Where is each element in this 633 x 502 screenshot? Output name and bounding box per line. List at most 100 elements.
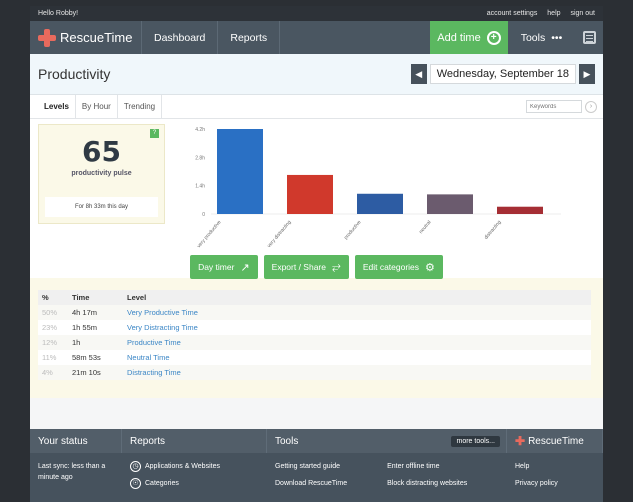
gear-icon: ⚙ <box>425 261 435 274</box>
help-footer-link[interactable]: Help <box>515 461 603 472</box>
keywords-input[interactable] <box>526 100 582 113</box>
tab-by-hour[interactable]: By Hour <box>76 95 118 118</box>
help-link[interactable]: help <box>547 10 560 17</box>
row-percent: 4% <box>38 365 68 380</box>
footer-status-title: Your status <box>30 429 122 453</box>
col-time: Time <box>68 290 123 305</box>
report-link-categories[interactable]: ☉ Categories <box>130 478 267 489</box>
tool-link-block-sites[interactable]: Block distracting websites <box>387 478 467 489</box>
previous-day-button[interactable]: ◀ <box>410 64 427 84</box>
search-go-icon[interactable]: › <box>585 100 597 113</box>
row-level-link[interactable]: Very Productive Time <box>123 305 591 320</box>
tool-link-getting-started[interactable]: Getting started guide <box>275 461 347 472</box>
tool-link-offline-time[interactable]: Enter offline time <box>387 461 467 472</box>
footer-report-links: ◷ Applications & Websites ☉ Categories <box>122 461 267 495</box>
nav-dashboard[interactable]: Dashboard <box>142 21 219 54</box>
current-date[interactable]: Wednesday, September 18 <box>429 64 576 84</box>
info-badge-icon[interactable]: ? <box>150 129 159 138</box>
account-settings-link[interactable]: account settings <box>487 10 538 17</box>
x-tick-label: distracting <box>483 219 502 240</box>
bar-neutral[interactable] <box>427 194 473 214</box>
y-tick-label: 1.4h <box>195 184 205 190</box>
footer-brand-name: RescueTime <box>528 435 584 447</box>
privacy-policy-link[interactable]: Privacy policy <box>515 478 603 489</box>
x-tick-label: neutral <box>418 219 432 235</box>
export-share-button[interactable]: Export / Share ⥂ <box>263 255 349 279</box>
tab-trending[interactable]: Trending <box>118 95 163 118</box>
footer-brand[interactable]: ✚ RescueTime <box>507 429 603 453</box>
action-buttons: Day timer ↗ Export / Share ⥂ Edit catego… <box>30 255 603 279</box>
table-header-row: % Time Level <box>38 290 591 305</box>
globe-icon: ☉ <box>130 478 141 489</box>
main-nav: RescueTime Dashboard Reports Add time + … <box>30 21 603 54</box>
row-level-link[interactable]: Very Distracting Time <box>123 320 591 335</box>
footer-header: Your status Reports Tools more tools... … <box>30 429 603 453</box>
bar-very-distracting[interactable] <box>287 174 333 214</box>
x-tick-label: very distracting <box>266 219 292 249</box>
app-window: Hello Robby! account settings help sign … <box>30 6 603 502</box>
y-tick-label: 2.8h <box>195 155 205 161</box>
tools-menu[interactable]: Tools ••• <box>508 21 575 54</box>
table-row: 50% 4h 17m Very Productive Time <box>38 305 591 320</box>
rescuetime-cross-icon: ✚ <box>515 434 526 448</box>
title-row: Productivity ◀ Wednesday, September 18 ▶ <box>30 54 603 95</box>
table-row: 12% 1h Productive Time <box>38 335 591 350</box>
tool-link-download[interactable]: Download RescueTime <box>275 478 347 489</box>
pulse-note: For 8h 33m this day <box>45 197 158 217</box>
edit-categories-label: Edit categories <box>362 262 420 272</box>
row-level-link[interactable]: Distracting Time <box>123 365 591 380</box>
table-row: 4% 21m 10s Distracting Time <box>38 365 591 380</box>
calendar-button[interactable] <box>575 21 603 54</box>
table-row: 11% 58m 53s Neutral Time <box>38 350 591 365</box>
row-level-link[interactable]: Productive Time <box>123 335 591 350</box>
row-level-link[interactable]: Neutral Time <box>123 350 591 365</box>
tab-levels[interactable]: Levels <box>38 95 76 118</box>
footer-tools-title: Tools <box>275 435 299 447</box>
nav-reports[interactable]: Reports <box>218 21 281 54</box>
row-time: 1h 55m <box>68 320 123 335</box>
levels-table: % Time Level 50% 4h 17m Very Productive … <box>38 290 591 380</box>
plus-circle-icon: + <box>486 30 501 45</box>
pulse-value: 65 <box>82 135 121 168</box>
footer-body: Last sync: less than a minute ago ◷ Appl… <box>30 453 603 495</box>
export-share-label: Export / Share <box>271 262 326 272</box>
sign-out-link[interactable]: sign out <box>570 10 595 17</box>
bar-distracting[interactable] <box>497 206 543 214</box>
last-sync-status: Last sync: less than a minute ago <box>38 463 106 481</box>
row-time: 58m 53s <box>68 350 123 365</box>
y-tick-label: 0 <box>202 212 205 218</box>
external-link-icon: ↗ <box>240 261 250 274</box>
x-tick-label: productive <box>343 219 363 241</box>
next-day-button[interactable]: ▶ <box>579 64 595 84</box>
report-link-apps[interactable]: ◷ Applications & Websites <box>130 461 267 472</box>
add-time-label: Add time <box>437 31 481 44</box>
brand-logo[interactable]: RescueTime <box>30 21 142 54</box>
footer: Your status Reports Tools more tools... … <box>30 429 603 502</box>
productivity-pulse-card: ? 65 productivity pulse For 8h 33m this … <box>38 124 165 224</box>
screenshot-frame: Hello Robby! account settings help sign … <box>0 0 633 502</box>
day-timer-label: Day timer <box>198 262 235 272</box>
greeting: Hello Robby! <box>38 10 79 17</box>
y-tick-label: 4.2h <box>195 127 205 133</box>
footer-tools-links: Getting started guide Download RescueTim… <box>267 461 507 495</box>
edit-categories-button[interactable]: Edit categories ⚙ <box>354 255 443 279</box>
x-tick-label: very productive <box>196 219 223 249</box>
bar-productive[interactable] <box>357 193 403 214</box>
day-timer-button[interactable]: Day timer ↗ <box>190 255 258 279</box>
report-link-label: Applications & Websites <box>145 463 220 470</box>
keyword-search: › <box>526 95 597 118</box>
bar-very-productive[interactable] <box>217 129 263 214</box>
more-tools-button[interactable]: more tools... <box>451 435 500 447</box>
add-time-button[interactable]: Add time + <box>430 21 508 54</box>
levels-table-section: % Time Level 50% 4h 17m Very Productive … <box>30 278 603 398</box>
top-strip: Hello Robby! account settings help sign … <box>30 6 603 21</box>
productivity-bar-chart: 0 1.4h 2.8h 4.2h very productive very distrac… <box>195 127 561 249</box>
col-level: Level <box>123 290 591 305</box>
more-dots-icon: ••• <box>551 31 563 44</box>
col-percent: % <box>38 290 68 305</box>
row-percent: 12% <box>38 335 68 350</box>
footer-reports-title: Reports <box>122 429 267 453</box>
row-time: 21m 10s <box>68 365 123 380</box>
page-title: Productivity <box>38 66 111 82</box>
share-icon: ⥂ <box>332 260 341 273</box>
